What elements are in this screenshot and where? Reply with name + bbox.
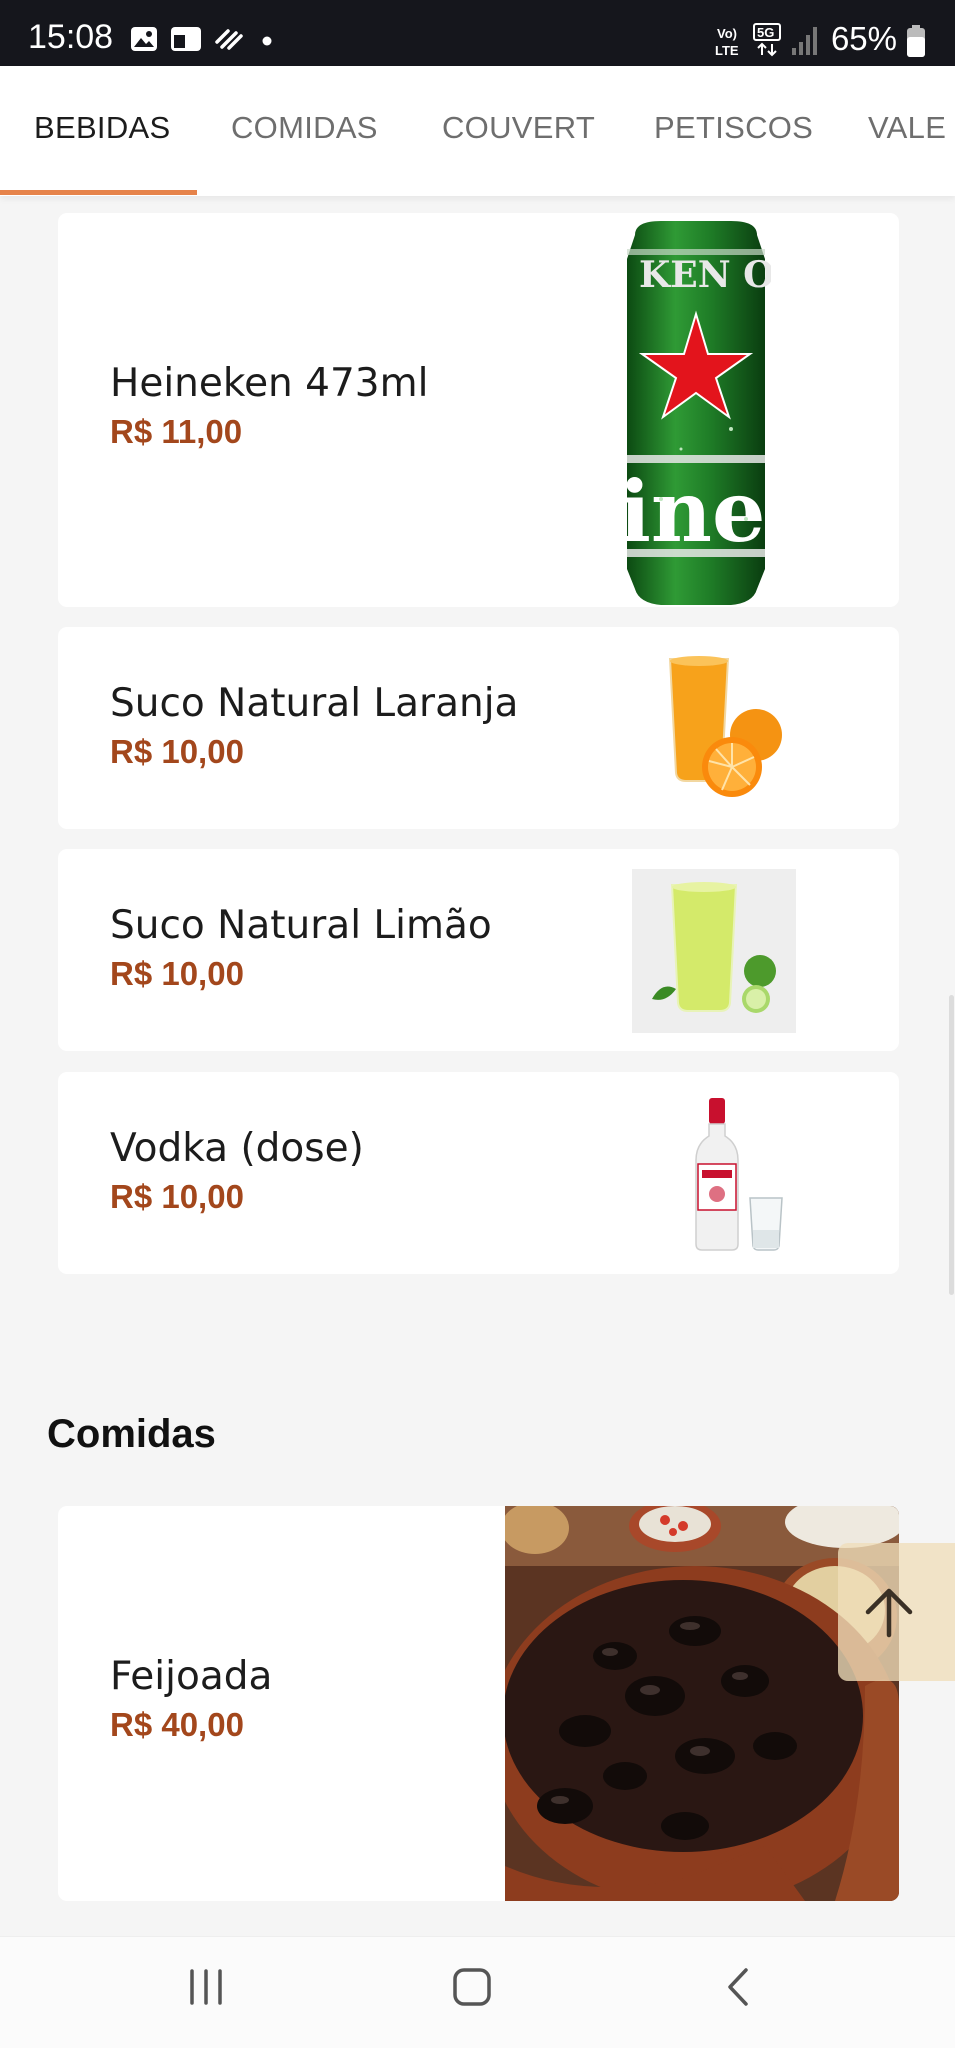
orange-juice-image — [668, 656, 782, 797]
svg-text:LTE: LTE — [715, 43, 739, 58]
battery-percentage: 65% — [830, 20, 897, 57]
tab-comidas[interactable]: COMIDAS — [231, 110, 378, 146]
product-price: R$ 10,00 — [110, 955, 244, 992]
product-name: Vodka (dose) — [110, 1126, 364, 1171]
vodka-image — [695, 1098, 783, 1251]
product-card-suco-laranja[interactable]: Suco Natural Laranja R$ 10,00 — [58, 627, 899, 829]
product-name: Feijoada — [110, 1654, 273, 1699]
product-card-vodka[interactable]: Vodka (dose) R$ 10,00 — [58, 1072, 899, 1274]
active-tab-indicator — [0, 190, 197, 195]
svg-text:Vo): Vo) — [717, 26, 737, 41]
sync-icon — [215, 29, 243, 50]
arrow-up-icon — [865, 1588, 913, 1638]
volte-icon: Vo) LTE — [715, 26, 739, 58]
category-tab-bar: BEBIDAS COMIDAS COUVERT PETISCOS VALE — [0, 66, 955, 196]
product-price: R$ 11,00 — [110, 413, 243, 450]
dot-icon — [262, 36, 272, 46]
tab-bebidas[interactable]: BEBIDAS — [34, 110, 170, 146]
home-icon[interactable] — [452, 1967, 492, 2007]
product-name: Suco Natural Laranja — [110, 681, 519, 726]
scroll-to-top-button[interactable] — [838, 1543, 955, 1681]
back-icon[interactable] — [724, 1967, 754, 2007]
recent-apps-icon[interactable] — [186, 1967, 226, 2007]
calendar-icon — [171, 27, 201, 51]
lime-juice-image — [632, 869, 796, 1033]
tab-couvert[interactable]: COUVERT — [442, 110, 595, 146]
status-bar: 15:08 Vo) LTE 5G 65% — [0, 0, 955, 66]
5g-icon: 5G — [753, 23, 781, 57]
product-card-feijoada[interactable]: Feijoada R$ 40,00 — [58, 1506, 899, 1901]
battery-icon — [907, 25, 925, 57]
system-navigation-bar — [0, 1936, 955, 2048]
scrollbar-thumb[interactable] — [949, 995, 954, 1295]
tab-petiscos[interactable]: PETISCOS — [654, 110, 813, 146]
product-card-heineken[interactable]: Heineken 473ml R$ 11,00 KEN ORI inek — [58, 213, 899, 607]
signal-icon — [792, 27, 817, 55]
product-price: R$ 10,00 — [110, 733, 244, 770]
heineken-can-image: KEN ORI inek — [621, 221, 771, 605]
status-time: 15:08 — [28, 18, 114, 56]
product-card-suco-limao[interactable]: Suco Natural Limão R$ 10,00 — [58, 849, 899, 1051]
tab-vale[interactable]: VALE — [868, 110, 946, 146]
product-name: Heineken 473ml — [110, 361, 429, 406]
section-title-comidas: Comidas — [47, 1412, 216, 1456]
svg-text:5G: 5G — [757, 25, 774, 40]
svg-text:inek: inek — [621, 462, 771, 561]
product-name: Suco Natural Limão — [110, 903, 492, 948]
product-price: R$ 10,00 — [110, 1178, 244, 1215]
svg-text:KEN ORI: KEN ORI — [639, 254, 771, 296]
gallery-icon — [131, 27, 157, 51]
product-price: R$ 40,00 — [110, 1706, 244, 1743]
